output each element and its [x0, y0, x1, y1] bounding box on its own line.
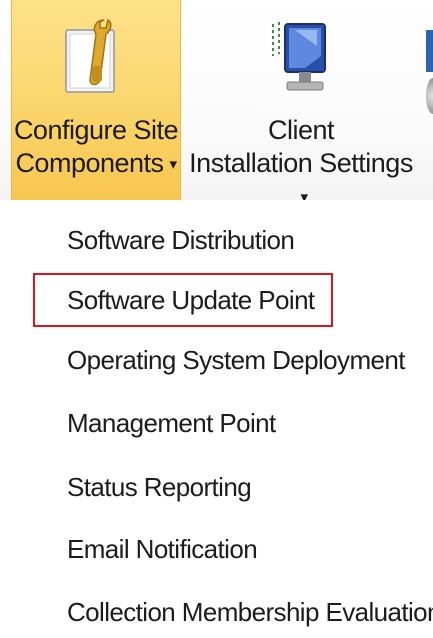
- menu-item-management-point[interactable]: Management Point: [67, 398, 276, 448]
- configure-site-components-icon: [65, 18, 115, 93]
- client-line2: Installation Settings: [189, 148, 413, 178]
- menu-item-software-distribution[interactable]: Software Distribution: [67, 215, 295, 265]
- configure-line2-row: Components ▾: [12, 147, 180, 181]
- configure-line1: Configure Site: [13, 115, 179, 145]
- screen: Configure Site Components ▾ Client Insta…: [0, 0, 433, 638]
- highlight-annotation-box: [33, 273, 333, 327]
- client-installation-settings-button[interactable]: Client Installation Settings▾: [183, 0, 419, 206]
- chevron-down-icon: ▾: [169, 156, 178, 174]
- configure-site-components-menu: Software Distribution Software Update Po…: [0, 200, 433, 638]
- client-installation-icon: [272, 22, 326, 91]
- configure-line2: Components: [15, 148, 164, 178]
- client-line1: Client: [267, 115, 335, 145]
- menu-item-operating-system-deployment[interactable]: Operating System Deployment: [67, 335, 405, 385]
- menu-item-collection-membership-evaluation[interactable]: Collection Membership Evaluation: [67, 587, 433, 637]
- ribbon: Configure Site Components ▾ Client Insta…: [0, 0, 433, 206]
- menu-item-email-notification[interactable]: Email Notification: [67, 524, 258, 574]
- configure-site-components-label: Configure Site Components ▾: [12, 114, 180, 181]
- menu-item-status-reporting[interactable]: Status Reporting: [67, 462, 252, 512]
- partial-ribbon-icon: [426, 78, 433, 114]
- configure-site-components-button[interactable]: Configure Site Components ▾: [11, 0, 181, 200]
- partial-ribbon-icon: [426, 30, 433, 72]
